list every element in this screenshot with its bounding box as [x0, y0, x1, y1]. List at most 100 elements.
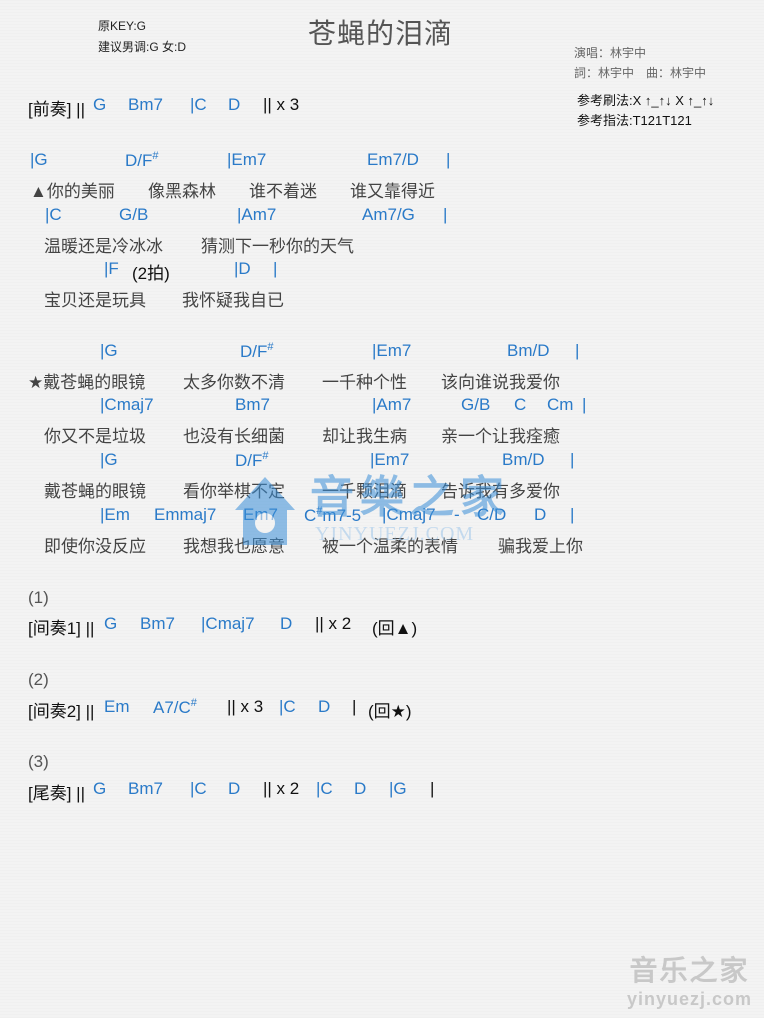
bar-line: | [570, 450, 575, 469]
chord: C#m7-5 [304, 505, 362, 525]
chord: |G [30, 150, 48, 169]
repeat-mark: || x 2 [263, 779, 300, 798]
original-key: 原KEY:G [98, 19, 147, 33]
lyric: 猜测下一秒你的天气 [201, 237, 354, 256]
writer-credit: 詞：林宇中 曲：林宇中 [574, 66, 707, 80]
lyric: 我怀疑我自已 [182, 291, 284, 310]
lyric: 一千颗泪滴 [322, 482, 407, 501]
chord: |G [100, 450, 118, 469]
bar-line: | [273, 259, 278, 278]
bar-line: | [430, 779, 435, 798]
bar-line: | [570, 505, 575, 524]
chord: Cm [547, 395, 574, 414]
number-label: (3) [28, 752, 49, 771]
chord: |Cmaj7 [100, 395, 154, 414]
chord: Bm/D [507, 341, 550, 360]
lyric: 告诉我有多爱你 [441, 482, 560, 501]
chord: Bm7 [140, 614, 175, 633]
lyric: 像黑森林 [148, 182, 216, 201]
chord: |Cmaj7 [201, 614, 255, 633]
lyric: 一千种个性 [322, 373, 407, 392]
return-note: (回★) [368, 702, 412, 721]
lyric: ▲你的美丽 [30, 182, 115, 201]
chord: Am7/G [362, 205, 415, 224]
chord: G [93, 95, 107, 114]
chord: D [534, 505, 547, 524]
chord: Emmaj7 [154, 505, 217, 524]
chord: |C [316, 779, 333, 798]
chord: A7/C# [153, 697, 197, 717]
interlude1-label: [间奏1] || [28, 619, 95, 638]
chord: D [318, 697, 331, 716]
chord: G [104, 614, 118, 633]
lyric: 戴苍蝇的眼镜 [44, 482, 146, 501]
lyric: 温暖还是冷冰冰 [44, 237, 163, 256]
chord: C [514, 395, 527, 414]
lyric: 太多你数不清 [183, 373, 285, 392]
chord: Em [104, 697, 130, 716]
lyric: 宝贝还是玩具 [44, 291, 146, 310]
corner-watermark: 音乐之家 yinyuezj.com [627, 949, 752, 1010]
chord: Em7/D [367, 150, 419, 169]
lyric: 谁又靠得近 [350, 182, 435, 201]
finger-pattern: 参考指法:T121T121 [577, 113, 692, 128]
chord: Bm7 [235, 395, 270, 414]
chord: D/F# [125, 150, 159, 170]
chord: D/F# [235, 450, 269, 470]
repeat-mark: || x 2 [315, 614, 352, 633]
lyric: 该向谁说我爱你 [441, 373, 560, 392]
chord: C/D [477, 505, 507, 524]
lyric: ★戴苍蝇的眼镜 [28, 373, 146, 392]
suggested-key: 建议男调:G 女:D [98, 40, 187, 54]
chord: Bm7 [128, 779, 163, 798]
return-note: (回▲) [372, 619, 418, 638]
chord: D [228, 779, 241, 798]
lyric: 谁不着迷 [249, 182, 317, 201]
chord: |C [279, 697, 296, 716]
bar-line: | [446, 150, 451, 169]
interlude2-label: [间奏2] || [28, 702, 95, 721]
repeat-mark: || x 3 [227, 697, 264, 716]
repeat-mark: || x 3 [263, 95, 300, 114]
corner-watermark-cn: 音乐之家 [629, 955, 750, 986]
chord: |Am7 [237, 205, 277, 224]
number-label: (2) [28, 670, 49, 689]
lyric: 被一个温柔的表情 [322, 537, 458, 556]
chord: D [280, 614, 293, 633]
chord: D [228, 95, 241, 114]
number-label: (1) [28, 588, 49, 607]
bar-line: | [352, 697, 357, 716]
chord: D/F# [240, 341, 274, 361]
chord: G [93, 779, 107, 798]
bar-line: | [582, 395, 587, 414]
chord: G/B [461, 395, 491, 414]
chord-dash: - [454, 505, 460, 524]
song-title: 苍蝇的泪滴 [308, 18, 454, 49]
bar-line: | [575, 341, 580, 360]
chord: G/B [119, 205, 149, 224]
chord: |F [104, 259, 119, 278]
lyric: 也没有长细菌 [183, 427, 285, 446]
singer-credit: 演唱：林宇中 [574, 46, 647, 60]
chord: |Em7 [370, 450, 410, 469]
lyric: 亲一个让我痊癒 [441, 427, 560, 446]
corner-watermark-en: yinyuezj.com [626, 989, 752, 1009]
chord: |C [45, 205, 62, 224]
lyric: 我想我也愿意 [183, 537, 285, 556]
lyric: 你又不是垃圾 [44, 427, 146, 446]
lyric: 骗我爱上你 [498, 537, 583, 556]
chord: |Em [100, 505, 130, 524]
intro-label: [前奏] || [28, 100, 86, 119]
chord: |G [389, 779, 407, 798]
chord: |D [234, 259, 251, 278]
chord: |C [190, 779, 207, 798]
beat-note: (2拍) [132, 264, 170, 283]
chord: |Em7 [227, 150, 267, 169]
outro-label: [尾奏] || [28, 784, 86, 803]
chord: |G [100, 341, 118, 360]
bar-line: | [443, 205, 448, 224]
strum-pattern: 参考刷法:X ↑_↑↓ X ↑_↑↓ [577, 93, 715, 108]
chord: Em7 [243, 505, 278, 524]
lyric: 却让我生病 [322, 427, 407, 446]
chord: |C [190, 95, 207, 114]
